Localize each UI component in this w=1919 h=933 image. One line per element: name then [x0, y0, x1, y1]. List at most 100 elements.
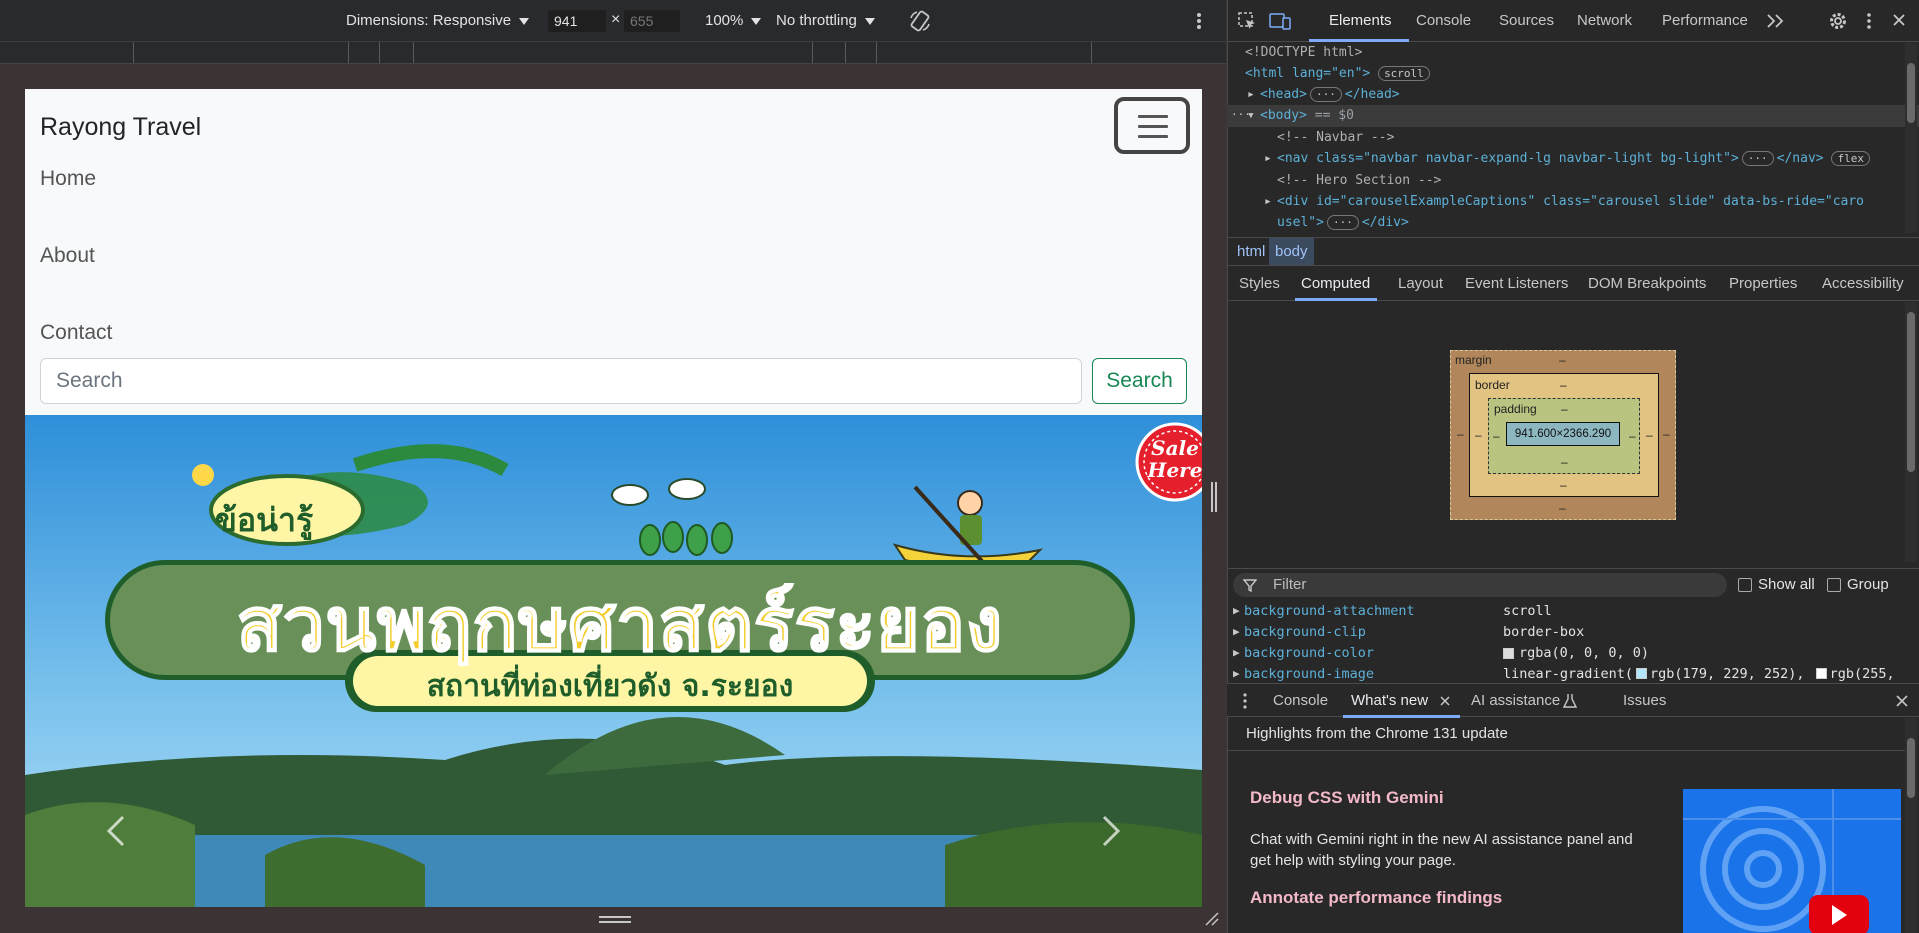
box-border[interactable]: border – – – – padding – – – – 941.600×2…: [1469, 373, 1659, 497]
tab-properties[interactable]: Properties: [1729, 275, 1797, 292]
brand-logo[interactable]: Rayong Travel: [40, 113, 201, 142]
dom-scrollbar[interactable]: [1905, 43, 1917, 233]
inspect-element-icon[interactable]: [1237, 11, 1257, 31]
drawer-tab-whats-new[interactable]: What's new: [1351, 692, 1428, 709]
tab-network[interactable]: Network: [1577, 12, 1632, 29]
expand-triangle-icon[interactable]: ▶: [1233, 667, 1240, 680]
close-tab-icon[interactable]: [1439, 695, 1451, 707]
search-input[interactable]: Search: [40, 358, 1082, 404]
drawer-tab-console[interactable]: Console: [1273, 692, 1328, 709]
expand-triangle-icon[interactable]: ▸: [1264, 194, 1272, 209]
color-swatch[interactable]: [1815, 668, 1827, 679]
expand-triangle-icon[interactable]: ▶: [1233, 646, 1240, 659]
padding-label: padding: [1494, 402, 1537, 416]
tab-layout[interactable]: Layout: [1398, 275, 1443, 292]
resize-corner-icon[interactable]: [1203, 910, 1219, 926]
tab-accessibility[interactable]: Accessibility: [1822, 275, 1904, 292]
border-top-value: –: [1560, 378, 1567, 392]
media-query-ruler[interactable]: [0, 42, 1226, 64]
device-toggle-icon[interactable]: [1269, 11, 1291, 31]
devtools-menu-icon[interactable]: [1864, 11, 1874, 31]
tab-sources[interactable]: Sources: [1499, 12, 1554, 29]
expand-triangle-icon[interactable]: ▸: [1247, 87, 1255, 102]
expand-triangle-icon[interactable]: ▸: [1264, 151, 1272, 166]
box-margin[interactable]: margin – – – – border – – – – padding – …: [1450, 350, 1676, 520]
ellipsis-badge[interactable]: ···: [1309, 87, 1342, 102]
color-swatch[interactable]: [1636, 668, 1648, 679]
prop-row[interactable]: ▶ background-image linear-gradient(rgb(1…: [1227, 665, 1907, 685]
more-options-icon[interactable]: [1191, 11, 1207, 31]
flex-badge[interactable]: flex: [1831, 151, 1870, 166]
sale-badge[interactable]: Sale Here: [1143, 437, 1202, 481]
drawer-tab-ai-assistance[interactable]: AI assistance: [1471, 692, 1560, 709]
expand-triangle-icon[interactable]: ▶: [1233, 604, 1240, 617]
tab-styles[interactable]: Styles: [1239, 275, 1280, 292]
color-swatch[interactable]: [1503, 648, 1514, 659]
resize-handle-bottom[interactable]: [597, 913, 633, 927]
nav-link-home[interactable]: Home: [40, 167, 96, 191]
dom-nav-node[interactable]: <nav class="navbar navbar-expand-lg navb…: [1277, 151, 1870, 166]
computed-scrollbar[interactable]: [1905, 302, 1917, 562]
dimensions-dropdown[interactable]: Dimensions: Responsive: [346, 12, 530, 29]
group-checkbox[interactable]: [1827, 578, 1841, 592]
more-tabs-icon[interactable]: [1765, 13, 1785, 29]
ellipsis-badge[interactable]: ···: [1326, 215, 1359, 230]
collapse-triangle-icon[interactable]: ▾: [1247, 108, 1255, 123]
whats-new-panel: Highlights from the Chrome 131 update De…: [1227, 718, 1919, 933]
height-input[interactable]: 655: [624, 10, 680, 32]
resize-handle-right[interactable]: [1209, 480, 1219, 516]
width-input[interactable]: 941: [548, 10, 606, 32]
whats-new-paragraph-1: Chat with Gemini right in the new AI ass…: [1250, 831, 1633, 869]
gradient-fn: linear-gradient(: [1503, 666, 1634, 682]
expand-triangle-icon[interactable]: ▶: [1233, 625, 1240, 638]
hamburger-line: [1138, 135, 1168, 138]
whats-new-video-thumbnail[interactable]: [1683, 789, 1901, 933]
prop-row[interactable]: ▶ background-color rgba(0, 0, 0, 0): [1227, 644, 1907, 664]
nav-link-about[interactable]: About: [40, 244, 95, 268]
tab-elements[interactable]: Elements: [1329, 12, 1392, 29]
whats-new-heading-2[interactable]: Annotate performance findings: [1250, 888, 1502, 908]
whats-new-heading-1[interactable]: Debug CSS with Gemini: [1250, 788, 1444, 808]
dom-html-node[interactable]: <html lang="en"> scroll: [1245, 66, 1430, 81]
tab-event-listeners[interactable]: Event Listeners: [1465, 275, 1568, 292]
carousel-next-button[interactable]: [1065, 795, 1145, 875]
tab-performance[interactable]: Performance: [1662, 12, 1748, 29]
throttling-dropdown[interactable]: No throttling: [776, 12, 875, 29]
nav-link-contact[interactable]: Contact: [40, 321, 112, 345]
close-drawer-icon[interactable]: [1895, 694, 1909, 708]
carousel-prev-button[interactable]: [85, 795, 165, 875]
whats-new-scrollbar[interactable]: [1905, 718, 1917, 933]
scroll-badge[interactable]: scroll: [1378, 66, 1430, 81]
close-devtools-icon[interactable]: [1891, 12, 1907, 28]
margin-label: margin: [1455, 353, 1492, 367]
box-padding[interactable]: padding – – – – 941.600×2366.290: [1488, 398, 1640, 474]
tab-dom-breakpoints[interactable]: DOM Breakpoints: [1588, 275, 1706, 292]
dom-head-node[interactable]: <head> ··· </head>: [1260, 87, 1400, 102]
times-sign: ×: [611, 11, 621, 28]
settings-gear-icon[interactable]: [1828, 11, 1848, 31]
dom-div-node[interactable]: <div id="carouselExampleCaptions" class=…: [1277, 194, 1864, 209]
prop-row[interactable]: ▶ background-attachment scroll: [1227, 602, 1907, 622]
navbar-toggler-button[interactable]: [1114, 97, 1190, 154]
prop-name: background-clip: [1244, 624, 1366, 640]
rotate-icon[interactable]: [908, 9, 932, 33]
drawer-tab-issues[interactable]: Issues: [1623, 692, 1666, 709]
tab-computed[interactable]: Computed: [1301, 275, 1370, 292]
ellipsis-badge[interactable]: ···: [1741, 151, 1774, 166]
breadcrumb-body[interactable]: body: [1269, 238, 1314, 265]
dom-div-node-continued[interactable]: usel"> ··· </div>: [1277, 215, 1409, 230]
prop-row[interactable]: ▶ background-clip border-box: [1227, 623, 1907, 643]
breadcrumb-html[interactable]: html: [1237, 243, 1265, 260]
tab-console[interactable]: Console: [1416, 12, 1471, 29]
filter-input[interactable]: Filter: [1233, 573, 1727, 597]
dom-doctype[interactable]: <!DOCTYPE html>: [1245, 45, 1362, 60]
zoom-dropdown[interactable]: 100%: [705, 12, 762, 29]
show-all-checkbox[interactable]: [1738, 578, 1752, 592]
dom-body-node[interactable]: <body> == $0: [1260, 108, 1354, 123]
search-button[interactable]: Search: [1092, 358, 1187, 404]
drawer-menu-icon[interactable]: [1241, 692, 1249, 710]
dom-comment-navbar[interactable]: <!-- Navbar -->: [1277, 130, 1394, 145]
dom-comment-hero[interactable]: <!-- Hero Section -->: [1277, 173, 1441, 188]
whats-new-highlight: Highlights from the Chrome 131 update: [1246, 725, 1508, 742]
box-content-size[interactable]: 941.600×2366.290: [1506, 422, 1620, 446]
